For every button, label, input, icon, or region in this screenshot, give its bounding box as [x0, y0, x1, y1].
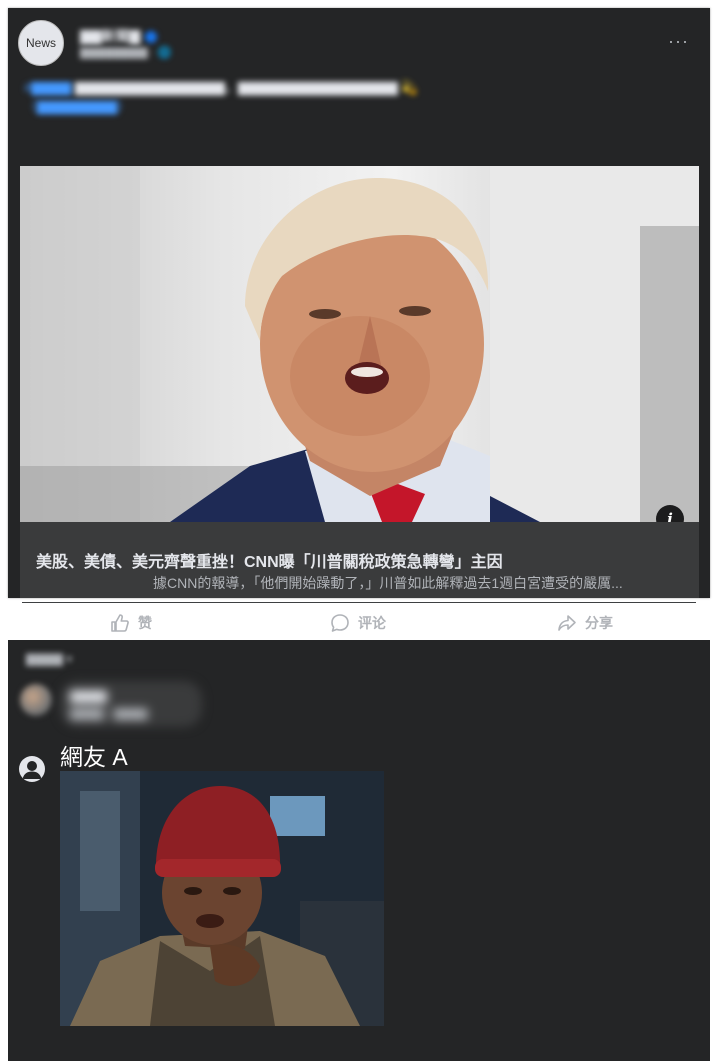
verified-badge-icon	[145, 31, 158, 44]
page-name-text: ▇▇新聞▇	[80, 28, 141, 44]
post-text: #▇▇▇▇ ▇▇▇▇▇▇▇▇▇▇▇▇▇▇▇，▇▇▇▇▇▇▇▇▇▇▇▇▇▇▇▇ 💫…	[24, 78, 684, 116]
comment-meme-image[interactable]	[60, 771, 384, 1026]
like-label: 赞	[138, 615, 152, 631]
action-bar-divider-top	[22, 602, 696, 603]
link-description: 據CNN的報導，「他們開始躁動了，」川普如此解釋過去1週白宮遭受的嚴厲...	[153, 575, 623, 591]
post-body: ▇▇▇▇▇▇▇▇▇▇▇▇▇▇▇，▇▇▇▇▇▇▇▇▇▇▇▇▇▇▇▇ 💫	[74, 80, 418, 95]
comment-text-blurred: ▇▇▇▇ · ▇▇▇▇	[70, 708, 148, 720]
more-options-icon[interactable]: ···	[668, 32, 689, 50]
person-silhouette	[22, 761, 42, 779]
page-avatar[interactable]: News	[18, 20, 64, 66]
commenter-name[interactable]: 網友 A	[60, 738, 128, 772]
comment-sort-dropdown[interactable]: ▇▇▇▇ ▾	[26, 652, 72, 666]
commenter-avatar-blurred[interactable]	[20, 684, 52, 716]
link-preview[interactable]: 美股、美債、美元齊聲重挫！CNN曝「川普關稅政策急轉彎」主因 據CNN的報導，「…	[20, 522, 699, 598]
comment-button[interactable]: 评论	[330, 611, 386, 635]
comment-author-blurred: ▇▇▇▇	[70, 689, 107, 703]
post-link-image[interactable]	[20, 166, 699, 522]
user-avatar-icon[interactable]	[19, 756, 45, 782]
comment-bubble-blurred[interactable]: ▇▇▇▇ ▇▇▇▇ · ▇▇▇▇	[60, 681, 202, 727]
share-arrow-icon	[558, 615, 576, 631]
comment-bubble-icon	[331, 614, 349, 632]
share-label: 分享	[585, 615, 613, 631]
comment-label: 评论	[358, 615, 386, 631]
post-inline-link[interactable]: （▇▇▇▇▇▇▇▇）	[24, 99, 130, 114]
share-button[interactable]: 分享	[557, 611, 613, 635]
link-title[interactable]: 美股、美債、美元齊聲重挫！CNN曝「川普關稅政策急轉彎」主因	[36, 548, 503, 572]
portrait-photo	[20, 166, 699, 522]
post-timestamp[interactable]: ▇▇▇▇▇▇▇▇ · 🌐	[80, 46, 171, 59]
thumbs-up-icon	[111, 614, 129, 632]
page-name[interactable]: ▇▇新聞▇	[80, 26, 158, 46]
meme-photo	[60, 771, 384, 1026]
post-hashtag[interactable]: #▇▇▇▇	[24, 80, 71, 95]
like-button[interactable]: 赞	[110, 611, 152, 635]
